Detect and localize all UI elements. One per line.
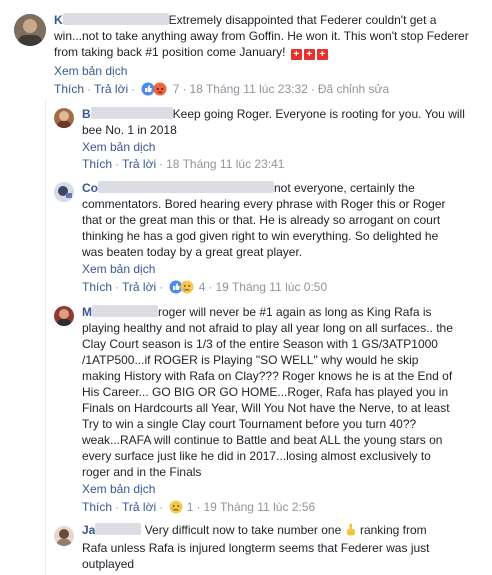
edited-label[interactable]: Đã chỉnh sửa (318, 82, 389, 96)
flag-icon: + (303, 49, 315, 60)
reply-link[interactable]: Trả lời (122, 280, 156, 294)
comment-line: Rafa unless Rafa is injured longterm see… (82, 541, 430, 555)
redacted-name (92, 305, 158, 317)
like-link[interactable]: Thích (54, 82, 84, 96)
reaction-count[interactable]: 7 (173, 82, 180, 96)
translate-link[interactable]: Xem bản dịch (82, 482, 155, 496)
comment-line: outplayed (82, 557, 135, 571)
comment-line: playing healthy and not afraid to play a… (82, 321, 453, 335)
angry-reaction-icon (153, 82, 167, 96)
comment-line: His Career... GO BIG OR GO HOME...Roger,… (82, 385, 449, 399)
comment-line: was beaten today by a great great player… (82, 245, 303, 259)
translate-link[interactable]: Xem bản dịch (54, 64, 127, 78)
comment-line: making History with Rafa on Clay??? Roge… (82, 369, 453, 383)
comment-actions: Thích · Trả lời · 1 · 19 Tháng 11 lúc 2:56 (82, 500, 315, 517)
comment-line: weak...RAFA will continue to Battle and … (82, 433, 443, 447)
avatar[interactable] (54, 306, 74, 326)
commenter-name[interactable]: B (82, 107, 91, 121)
like-link[interactable]: Thích (82, 280, 112, 294)
comment-line: roger will never be #1 again as long as … (158, 305, 432, 319)
comment-line: commentators. Bored hearing every phrase… (82, 197, 446, 211)
comment-line: Finals on Hardcourts all Year, Will You … (82, 401, 450, 415)
reply-link[interactable]: Trả lời (94, 82, 128, 96)
avatar[interactable] (54, 182, 74, 202)
like-link[interactable]: Thích (82, 157, 112, 171)
commenter-name[interactable]: Ja (82, 523, 95, 537)
thread-line (45, 100, 46, 575)
like-link[interactable]: Thích (82, 500, 112, 514)
reply-link[interactable]: Trả lời (122, 500, 156, 514)
reactions[interactable] (169, 500, 183, 517)
sad-reaction-icon (180, 280, 194, 294)
comment-line: that or the great man this or that. He i… (82, 213, 441, 227)
timestamp[interactable]: 18 Tháng 11 lúc 23:41 (166, 157, 284, 171)
avatar[interactable] (54, 108, 74, 128)
reply-text: B Keep going Roger. Everyone is rooting f… (82, 106, 482, 138)
comment-line: ranking from (359, 523, 427, 537)
like-reaction-icon (141, 82, 155, 96)
reply-text: Co not everyone, certainly the commentato… (82, 180, 482, 260)
timestamp[interactable]: 19 Tháng 11 lúc 2:56 (203, 500, 315, 514)
comment-actions: Thích · Trả lời · 18 Tháng 11 lúc 23:41 (82, 157, 285, 171)
commenter-name[interactable]: Co (82, 181, 98, 195)
reply-link[interactable]: Trả lời (122, 157, 156, 171)
sad-reaction-icon (169, 500, 183, 514)
timestamp[interactable]: 18 Tháng 11 lúc 23:32 (189, 82, 307, 96)
comment-line: not everyone, certainly the (274, 181, 415, 195)
reaction-count[interactable]: 4 (199, 280, 206, 294)
comment-actions: Thích · Trả lời · 4 · 19 Tháng 11 lúc 0:50 (82, 280, 327, 297)
point-up-emoji-icon (345, 523, 357, 540)
comment-line: Try to win a single Clay court Tournamen… (82, 417, 417, 431)
comment-line: Clay Court season is 1/3 of the entire S… (82, 337, 438, 351)
commenter-name[interactable]: K (54, 13, 63, 27)
reply-text: Ja Very difficult now to take number one… (82, 522, 487, 572)
comment-actions: Thích · Trả lời · 7 · 18 Tháng 11 lúc 23:32 · Đ… (54, 82, 389, 99)
reactions[interactable] (141, 82, 169, 99)
flag-icon: + (316, 49, 328, 60)
comment-line: bee No. 1 in 2018 (82, 123, 177, 137)
comment-line: win...not to take anything away from Gof… (54, 29, 469, 43)
reaction-count[interactable]: 1 (187, 500, 194, 514)
timestamp[interactable]: 19 Tháng 11 lúc 0:50 (215, 280, 327, 294)
comment-line: /1ATP500...if ROGER is Playing "SO WELL"… (82, 353, 419, 367)
reply-text: Mroger will never be #1 again as long as… (82, 304, 487, 480)
comment-text: K Extremely disappointed that Federer cou… (54, 12, 484, 60)
commenter-name[interactable]: M (82, 305, 92, 319)
reactions[interactable] (169, 280, 195, 297)
avatar[interactable] (54, 526, 74, 546)
comment-line: Very difficult now to take number one (144, 523, 342, 537)
translate-link[interactable]: Xem bản dịch (82, 140, 155, 154)
redacted-name (90, 107, 173, 119)
translate-link[interactable]: Xem bản dịch (82, 262, 155, 276)
comment-line: thinking he has a god given right to win… (82, 229, 439, 243)
comment-line: from taking back #1 position come Januar… (54, 45, 286, 59)
comment-line: roger and in the Finals (82, 465, 202, 479)
flag-icon: + (290, 49, 302, 60)
redacted-name (95, 523, 142, 535)
comment-line: every surface just like he did in 2017..… (82, 449, 431, 463)
avatar[interactable] (14, 14, 46, 46)
comment-line: Extremely disappointed that Federer coul… (168, 13, 437, 27)
redacted-name (98, 181, 274, 193)
comment-line: Keep going Roger. Everyone is rooting fo… (172, 107, 465, 121)
redacted-name (62, 13, 169, 25)
